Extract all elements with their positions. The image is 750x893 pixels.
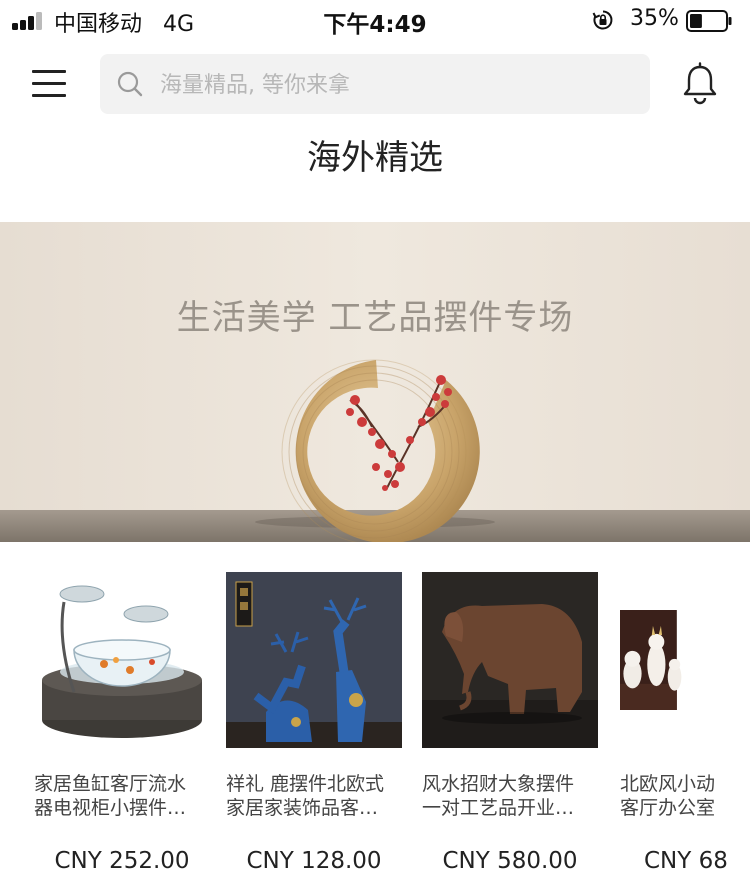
product-name-line: 家居鱼缸客厅流水 — [34, 773, 187, 795]
product-price: CNY 252.00 — [54, 848, 190, 874]
product-carousel[interactable]: 家居鱼缸客厅流水 器电视柜小摆件… CNY 252.00 祥礼 鹿摆件北欧式 家… — [0, 560, 750, 893]
banner-headline: 生活美学 工艺品摆件专场 — [176, 298, 574, 338]
product-price: CNY 68 — [644, 848, 728, 874]
hamburger-menu-icon — [32, 70, 66, 73]
menu-button[interactable] — [30, 66, 70, 102]
product-name: 风水招财大象摆件 一对工艺品开业… — [422, 772, 598, 820]
product-price: CNY 580.00 — [442, 848, 578, 874]
product-name-line: 北欧风小动 — [620, 773, 716, 795]
product-card[interactable]: 风水招财大象摆件 一对工艺品开业… CNY 580.00 — [422, 560, 608, 893]
search-icon — [117, 71, 143, 97]
product-image — [34, 572, 210, 748]
product-name: 北欧风小动 客厅办公室 — [620, 772, 750, 820]
battery-icon — [686, 10, 732, 32]
product-name-line: 器电视柜小摆件… — [34, 797, 187, 819]
menu-bar-middle — [32, 82, 66, 85]
product-price: CNY 128.00 — [246, 848, 382, 874]
product-name-line: 客厅办公室 — [620, 797, 716, 819]
product-name-line: 风水招财大象摆件 — [422, 773, 575, 795]
product-name: 祥礼 鹿摆件北欧式 家居家装饰品客… — [226, 772, 402, 820]
product-name-line: 祥礼 鹿摆件北欧式 — [226, 773, 385, 795]
product-card[interactable]: 家居鱼缸客厅流水 器电视柜小摆件… CNY 252.00 — [34, 560, 220, 893]
battery-percent: 35% — [630, 6, 679, 31]
bell-icon[interactable] — [680, 62, 720, 106]
product-card[interactable]: 祥礼 鹿摆件北欧式 家居家装饰品客… CNY 128.00 — [226, 560, 412, 893]
product-image — [620, 610, 682, 710]
rotation-lock-icon — [592, 10, 613, 30]
product-name-line: 家居家装饰品客… — [226, 797, 379, 819]
search-input[interactable] — [158, 64, 632, 106]
status-bar: 中国移动 4G 下午4:49 35% — [0, 0, 750, 42]
product-image — [226, 572, 402, 748]
promo-banner[interactable]: 生活美学 工艺品摆件专场 — [0, 222, 750, 542]
product-name: 家居鱼缸客厅流水 器电视柜小摆件… — [34, 772, 210, 820]
page-title: 海外精选 — [307, 138, 443, 178]
product-card[interactable]: 北欧风小动 客厅办公室 CNY 68 — [620, 560, 750, 893]
product-name-line: 一对工艺品开业… — [422, 797, 575, 819]
banner-image — [0, 222, 750, 542]
product-image — [422, 572, 598, 748]
menu-bar-bottom — [32, 94, 66, 97]
search-bar[interactable] — [100, 54, 650, 114]
